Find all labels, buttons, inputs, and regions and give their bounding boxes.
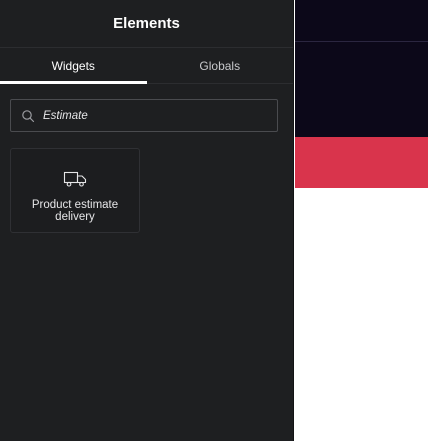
canvas-content-section <box>295 188 428 441</box>
panel-tabs: Widgets Globals <box>0 48 293 84</box>
editor-window: Elements Widgets Globals Estimate Produc… <box>0 0 428 441</box>
elements-panel: Elements Widgets Globals Estimate Produc… <box>0 0 294 441</box>
tab-widgets[interactable]: Widgets <box>0 48 147 84</box>
widget-product-estimate-delivery[interactable]: Product estimate delivery <box>10 148 140 233</box>
widgets-grid: Product estimate delivery <box>10 148 293 233</box>
panel-title: Elements <box>113 15 180 32</box>
canvas-accent-section <box>295 137 428 188</box>
widget-label: Product estimate delivery <box>31 199 119 223</box>
panel-header: Elements <box>0 0 293 48</box>
tab-globals[interactable]: Globals <box>147 48 294 83</box>
search-icon <box>21 109 35 123</box>
search-input[interactable] <box>43 109 263 122</box>
canvas-header-section <box>295 0 428 137</box>
truck-icon <box>62 169 88 189</box>
canvas-divider <box>295 41 428 42</box>
widget-search[interactable] <box>10 99 278 132</box>
